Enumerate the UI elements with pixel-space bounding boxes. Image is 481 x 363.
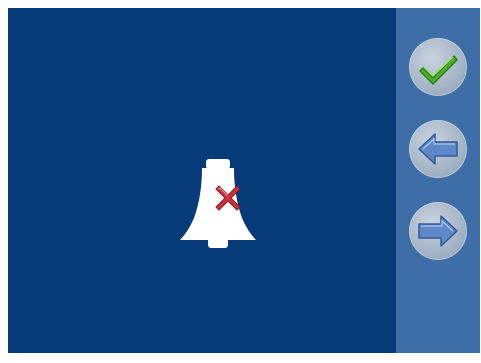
- forward-button[interactable]: [409, 202, 467, 260]
- side-button-bar: [396, 8, 480, 353]
- bell-muted-icon: [168, 156, 268, 256]
- checkmark-icon: [419, 55, 458, 85]
- main-display: [8, 8, 396, 353]
- back-button[interactable]: [409, 120, 467, 178]
- device-screen: [0, 0, 481, 363]
- confirm-button[interactable]: [409, 38, 467, 96]
- arrow-left-icon: [418, 133, 458, 165]
- arrow-right-icon: [418, 215, 458, 247]
